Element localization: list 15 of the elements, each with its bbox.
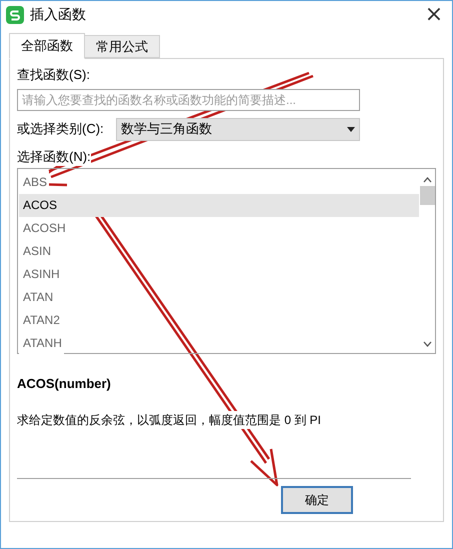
ok-button[interactable]: 确定 [281,486,353,514]
app-logo-icon [6,6,24,24]
category-dropdown[interactable]: 数学与三角函数 [116,118,360,140]
scroll-up-icon[interactable] [422,177,432,183]
search-label: 查找函数(S): [17,65,90,84]
window-title: 插入函数 [30,5,86,24]
scrollbar-thumb[interactable] [420,186,434,205]
close-button[interactable]: × [421,2,447,26]
dropdown-caret-icon [347,126,355,132]
search-field[interactable]: 请输入您要查找的函数名称或函数功能的简要描述... [17,88,360,110]
tab[interactable]: 常用公式 [85,35,160,58]
function-description: 求给定数值的反余弦，以弧度返回，幅度值范围是 0 到 PI [17,410,322,428]
scroll-down-icon[interactable] [422,341,432,347]
tab[interactable]: 全部函数 [9,33,85,59]
function-list-item[interactable]: ACOS [19,194,419,217]
